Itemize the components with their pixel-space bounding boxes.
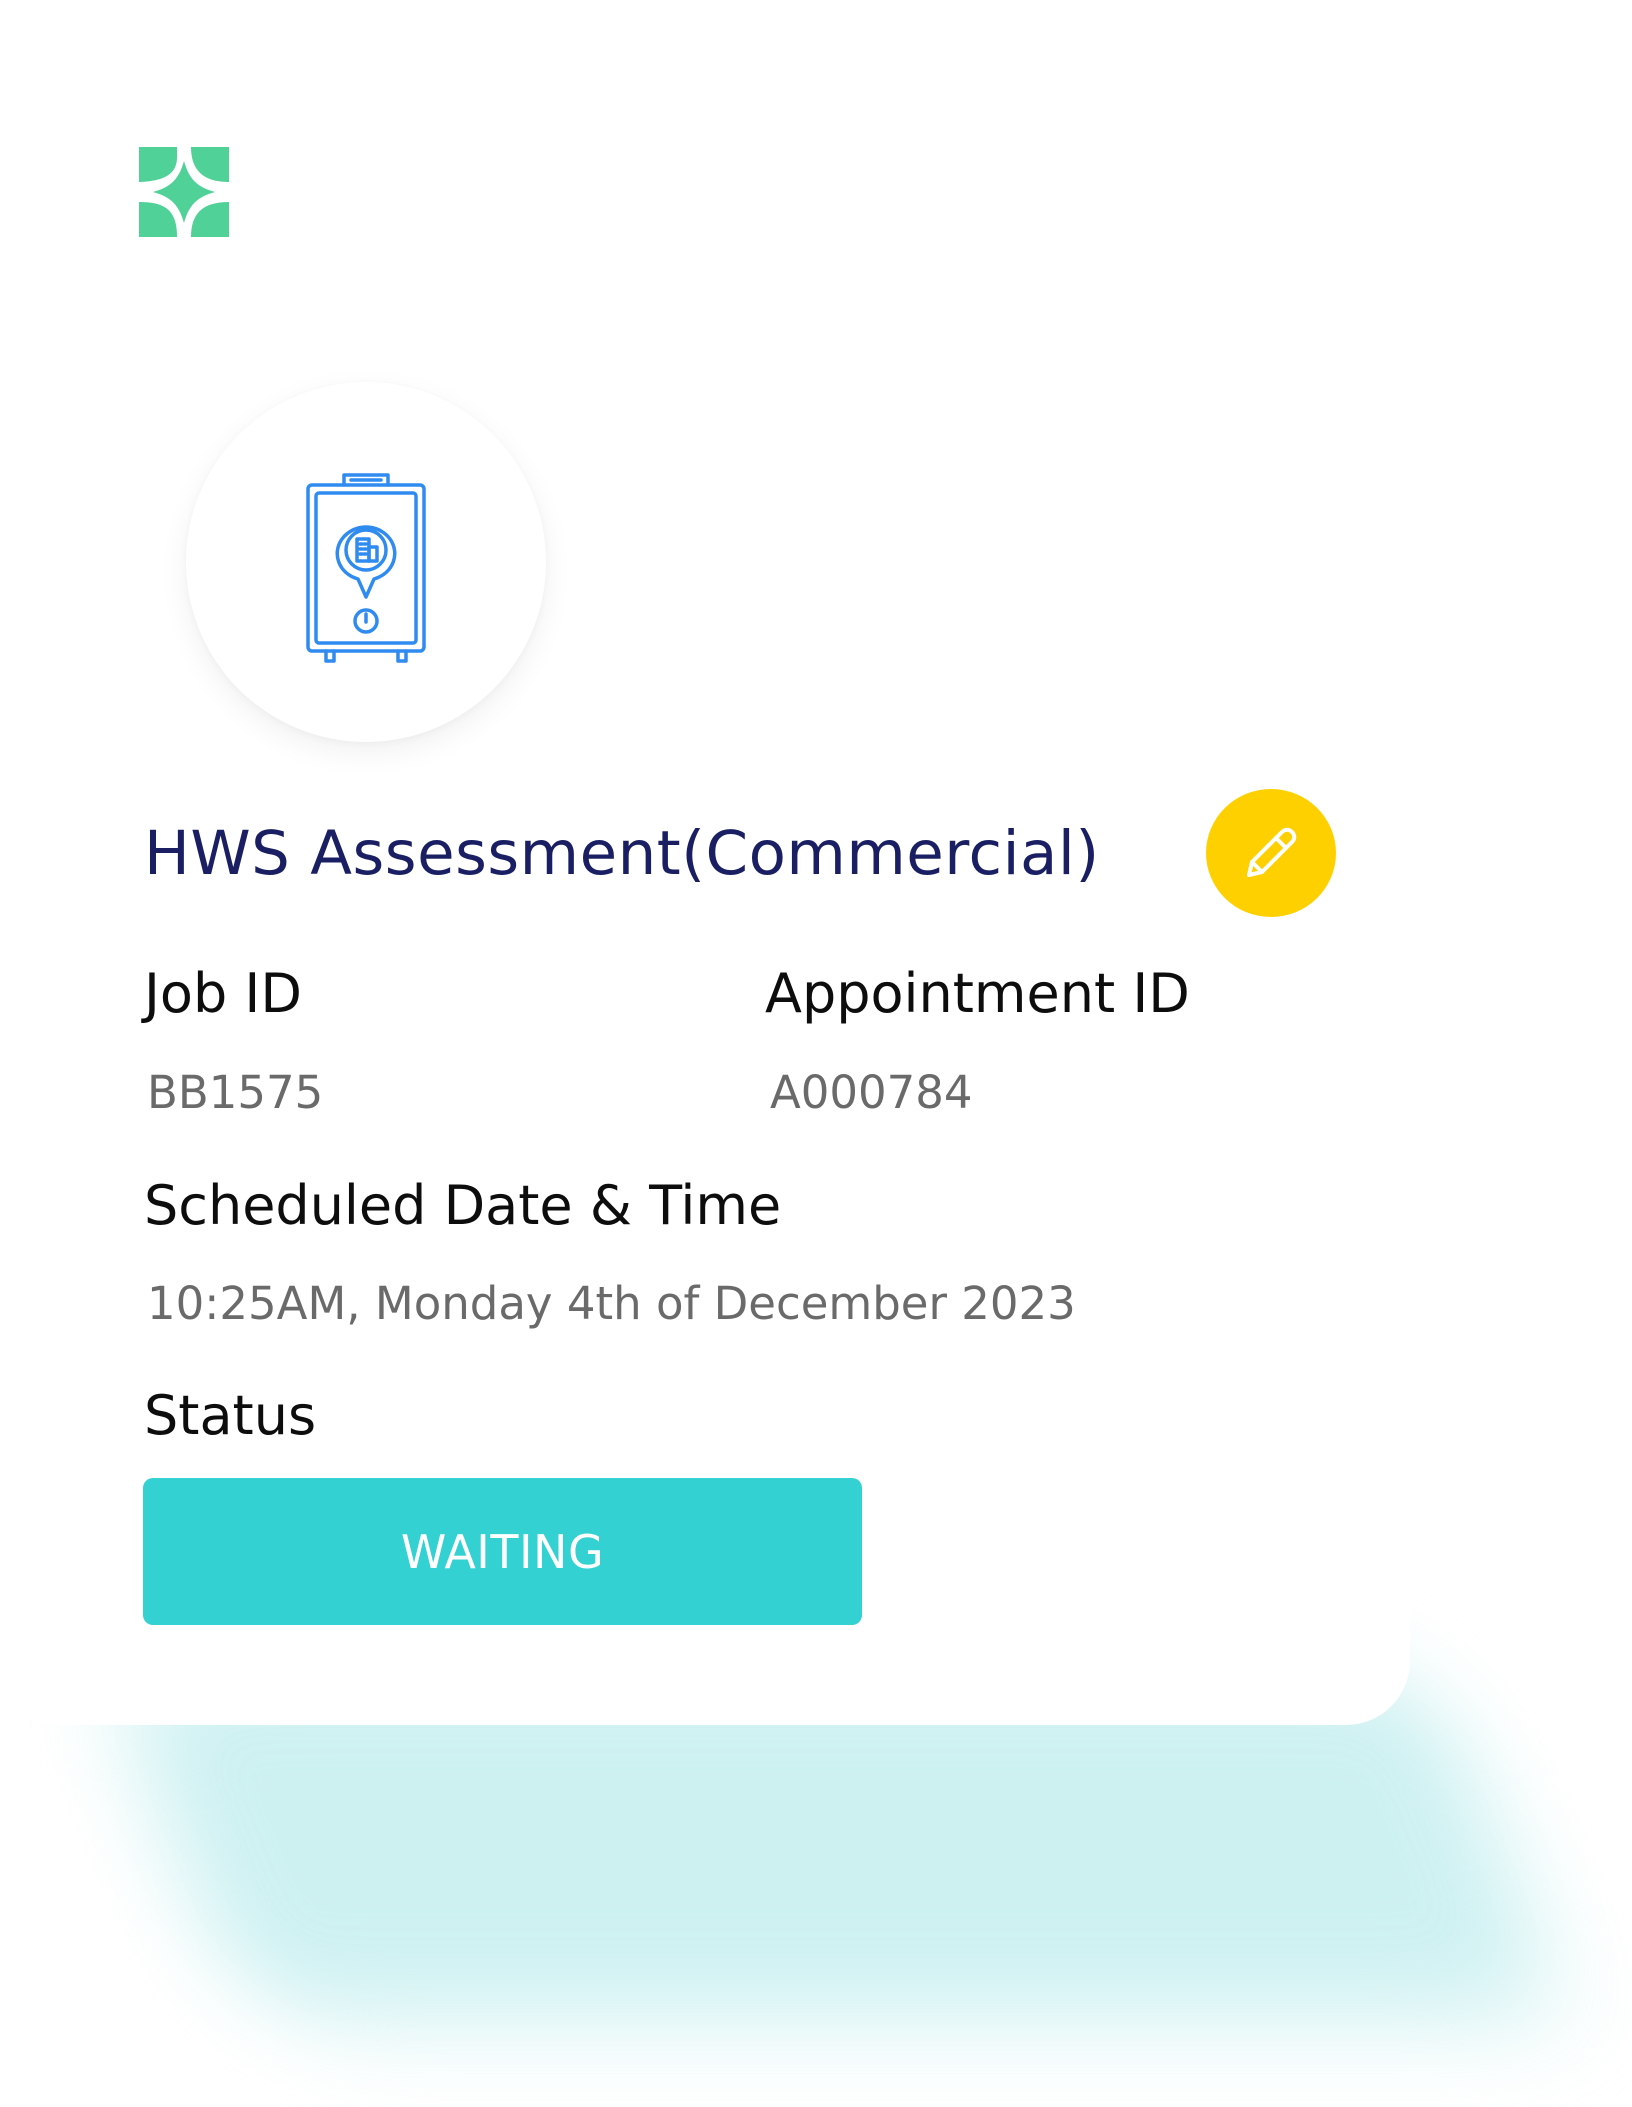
brand-logo-icon bbox=[139, 147, 229, 237]
job-type-icon-container bbox=[186, 382, 546, 742]
scheduled-label: Scheduled Date & Time bbox=[144, 1174, 782, 1237]
status-label: Status bbox=[144, 1384, 317, 1447]
job-title-row: HWS Assessment(Commercial) bbox=[144, 788, 1100, 918]
job-card: HWS Assessment(Commercial) Job ID BB1575… bbox=[0, 0, 1410, 1725]
edit-job-button[interactable] bbox=[1206, 789, 1336, 917]
job-id-value: BB1575 bbox=[147, 1066, 324, 1119]
appointment-id-label: Appointment ID bbox=[765, 962, 1190, 1025]
job-title: HWS Assessment(Commercial) bbox=[144, 817, 1100, 889]
status-badge: WAITING bbox=[143, 1478, 862, 1625]
appointment-id-value: A000784 bbox=[770, 1066, 973, 1119]
water-heater-icon bbox=[306, 473, 426, 663]
job-id-label: Job ID bbox=[144, 962, 302, 1025]
screen: HWS Assessment(Commercial) Job ID BB1575… bbox=[0, 0, 1632, 2107]
scheduled-value: 10:25AM, Monday 4th of December 2023 bbox=[147, 1277, 1076, 1330]
pencil-icon bbox=[1247, 827, 1297, 877]
